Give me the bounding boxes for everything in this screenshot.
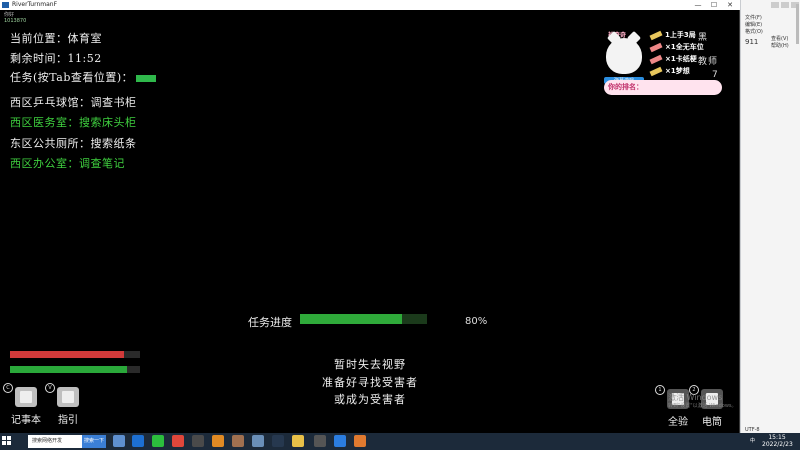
menu-item-format[interactable]: 格式(O) [745,28,763,35]
time-value: 11:52 [67,52,102,65]
app-icon[interactable] [314,435,326,447]
game-window[interactable]: RiverTurnmanF — ☐ ✕ 你好 1013870 当前位置：体育室 … [0,0,740,433]
maximize-button[interactable]: ☐ [706,0,722,10]
app-icon[interactable] [113,435,125,447]
health-fill [10,351,125,358]
notepad-text[interactable]: 911 [745,38,758,46]
rank-bar: 你的排名： [604,80,722,95]
menu-item-file[interactable]: 文件(F) [745,14,762,21]
window-title: RiverTurnmanF [12,1,58,8]
task-label: 任务(按Tab查看位置)： [10,71,134,84]
rank-item-text: ×1卡纸梗 [665,55,697,63]
minimize-button[interactable] [771,2,779,8]
menu-item-edit[interactable]: 编辑(E) [745,21,762,28]
status-line: 或成为受害者 [334,393,406,406]
player-id: 1013870 [4,18,27,24]
app-icon[interactable] [212,435,224,447]
rank-item: ×1卡纸梗 [649,54,697,64]
time-label: 剩余时间： [10,52,68,65]
app-icon[interactable] [252,435,264,447]
task-item: 东区公共厕所：搜索纸条 [10,137,137,150]
app-icon [2,2,9,8]
hotkey-badge: V [45,383,55,393]
task-item: 西区乒乓球馆：调查书柜 [10,96,137,109]
windows-start-icon[interactable] [2,436,12,446]
location-label: 当前位置： [10,32,68,45]
screen: RiverTurnmanF — ☐ ✕ 你好 1013870 当前位置：体育室 … [0,0,800,450]
watermark-subtitle: 转到"设置"以激活 Windows。 [668,403,737,409]
app-icon[interactable] [232,435,244,447]
clock-time: 15:15 [768,434,786,441]
window-titlebar[interactable]: RiverTurnmanF — ☐ ✕ [0,0,740,10]
app-icon[interactable] [354,435,366,447]
tool-label: 记事本 [11,415,41,426]
progress-label: 任务进度 [248,316,292,329]
sword-icon [649,42,663,52]
rank-side-text: 7 [712,70,718,80]
app-icon[interactable] [132,435,144,447]
menu-item-view[interactable]: 查看(V) [771,35,788,42]
gold-tag-icon [649,30,663,40]
tool-label: 指引 [58,415,78,426]
app-icon[interactable] [192,435,204,447]
status-line: 暂时失去视野 [334,358,406,371]
rank-item-text: 1上手3局 [665,31,696,39]
stamina-fill [10,366,127,373]
location-line: 当前位置：体育室 [10,30,102,46]
status-line: 准备好寻找受害者 [322,376,418,389]
rank-item-text: ×1全无车位 [665,43,704,51]
task-progress-bar [300,314,427,324]
steam-icon[interactable] [272,435,284,447]
progress-fill [300,314,402,324]
rank-item: 1上手3局 [649,30,696,40]
task-item: 西区医务室：搜索床头柜 [10,116,137,129]
task-item: 西区办公室：调查笔记 [10,157,125,170]
sword-icon [649,54,663,64]
stamina-bar [10,366,140,373]
menu-item-help[interactable]: 帮助(H) [771,42,789,49]
hotkey-badge: 1 [655,385,665,395]
notebook-button[interactable]: C 记事本 [3,383,46,426]
watermark-title: 激活 Windows [668,393,723,402]
clock[interactable]: 15:15 2022/2/23 [762,434,793,448]
player-tag: 你好 1013870 [4,12,26,24]
clock-date: 2022/2/23 [762,441,793,448]
guide-icon [57,387,79,407]
taskbar: 搜索网络开发 搜索一下 中 15:15 2022/2/23 [0,433,800,450]
taskbar-active-app[interactable]: 搜索一下 [82,435,106,448]
cat-avatar-icon [606,38,642,74]
browser-icon[interactable] [172,435,184,447]
time-line: 剩余时间：11:52 [10,50,102,66]
input-language[interactable]: 中 [750,437,755,445]
hotkey-badge: C [3,383,13,393]
tool-label: 电筒 [702,417,722,428]
app-icon[interactable] [334,435,346,447]
rank-side-text: 师 [708,57,718,67]
progress-percent: 80% [465,316,488,327]
rank-side-text: 黑 [698,33,708,43]
scrollbar[interactable] [796,4,799,44]
taskbar-search[interactable]: 搜索网络开发 [28,435,82,448]
folder-icon[interactable] [292,435,304,447]
health-bar [10,351,140,358]
notepad-panel[interactable]: 文件(F) 编辑(E) 格式(O) 查看(V) 帮助(H) 911 UTF-8 [741,0,800,433]
notebook-icon [15,387,37,407]
rank-side-text: 教 [698,57,708,67]
location-value: 体育室 [67,32,102,45]
rank-item-text: ×1梦想 [665,67,690,75]
wechat-icon[interactable] [152,435,164,447]
rank-item: ×1梦想 [649,66,690,76]
guide-button[interactable]: V 指引 [45,383,88,426]
minimize-button[interactable]: — [690,0,706,10]
close-button[interactable]: ✕ [722,0,738,10]
sword-icon [649,66,663,76]
rank-item: ×1全无车位 [649,42,704,52]
task-mini-bar [136,74,157,82]
maximize-button[interactable] [781,2,789,8]
task-header: 任务(按Tab查看位置)： [10,69,157,85]
activation-watermark: 激活 Windows 转到"设置"以激活 Windows。 [668,393,737,411]
